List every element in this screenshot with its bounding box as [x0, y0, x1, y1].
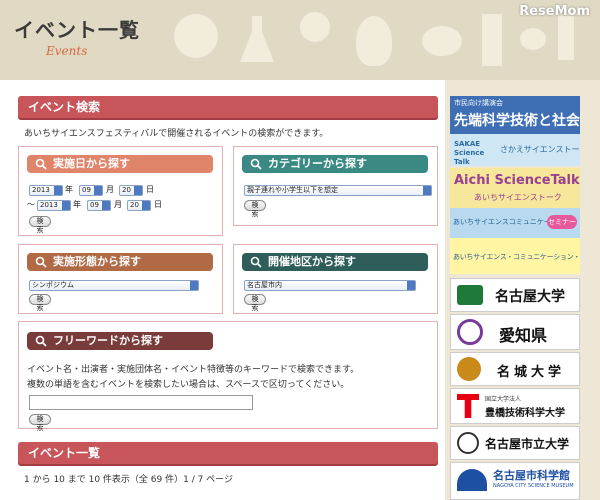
search-icon	[35, 335, 47, 347]
uni4-main: 豊橋技術科学大学	[485, 408, 565, 419]
nagoya-university-logo	[457, 285, 483, 305]
uni3-name: 名城大学	[497, 365, 566, 380]
toyohashi-tech-logo	[457, 394, 479, 418]
banner-sakae-science-talk[interactable]: SAKAE Science Talk さかえサイエンストーク	[450, 134, 580, 166]
site-header: イベント一覧 Events ReseMom	[0, 0, 600, 80]
category-search-title: カテゴリーから探す	[242, 155, 428, 173]
freeword-help-1: イベント名・出演者・実施団体名・イベント特徴等のキーワードで検索できます。	[27, 365, 360, 375]
banner-nagoya-city-university[interactable]: 名古屋市立大学	[450, 426, 580, 460]
leaf-icon	[356, 16, 392, 66]
day-unit-label: 日	[146, 185, 154, 194]
month-unit-label: 月	[114, 200, 122, 209]
banner4-badge: セミナー	[547, 215, 577, 229]
bug-icon	[520, 28, 546, 50]
day-unit-label: 日	[154, 200, 162, 209]
banner-science-communication-network[interactable]: あいちサイエンス・コミュニケーション・ネットワーク	[450, 238, 580, 274]
month-unit-label: 月	[106, 185, 114, 194]
freeword-search-box: フリーワードから探す イベント名・出演者・実施団体名・イベント特徴等のキーワード…	[18, 321, 438, 432]
from-month-select[interactable]: 09	[79, 185, 103, 196]
freeword-search-label: フリーワードから探す	[53, 334, 163, 347]
freeword-search-button[interactable]: 検索	[29, 414, 51, 432]
aichi-prefecture-logo	[457, 319, 483, 345]
banner3-main: Aichi ScienceTalk	[454, 173, 580, 188]
banner3-sub: あいちサイエンストーク	[474, 193, 562, 202]
banner-meijo-university[interactable]: 名城大学	[450, 352, 580, 386]
search-icon	[250, 256, 262, 268]
banner-nagoya-university[interactable]: 名古屋大学	[450, 278, 580, 312]
category-select[interactable]: 親子連れや小学生以下を想定	[244, 185, 432, 196]
format-search-label: 実施形態から探す	[53, 255, 141, 268]
uni6-main: 名古屋市科学館	[493, 469, 570, 482]
date-search-box: 実施日から探す 2013 年 09 月 20 日 〜 2013 年 09 月 2…	[18, 146, 223, 236]
uni1-name: 名古屋大学	[495, 289, 565, 305]
header-decoration	[160, 6, 580, 76]
banner-nagoya-science-museum[interactable]: 名古屋市科学館 NAGOYA CITY SCIENCE MUSEUM	[450, 462, 580, 500]
area-search-box: 開催地区から探す 名古屋市内 検索	[233, 244, 438, 314]
to-month-select[interactable]: 09	[87, 200, 111, 211]
freeword-search-title: フリーワードから探す	[27, 332, 213, 350]
area-search-title: 開催地区から探す	[242, 253, 428, 271]
date-search-label: 実施日から探す	[53, 157, 130, 170]
year-unit-label: 年	[73, 200, 81, 209]
uni4-small: 国立大学法人	[485, 396, 522, 403]
meijo-university-logo	[457, 357, 481, 381]
event-list-header: イベント一覧	[18, 442, 438, 464]
banner1-main: 先端科学技術と社会	[454, 113, 580, 129]
search-icon	[35, 256, 47, 268]
search-description: あいちサイエンスフェスティバルで開催されるイベントの検索ができます。	[24, 129, 329, 139]
freeword-input[interactable]	[29, 395, 253, 410]
date-search-title: 実施日から探す	[27, 155, 213, 173]
freeword-help-2: 複数の単語を含むイベントを検索したい場合は、スペースで区切ってください。	[27, 380, 350, 390]
page-title: イベント一覧	[14, 18, 140, 42]
cloud-icon	[422, 26, 462, 56]
banner-aichi-prefecture[interactable]: 愛知県	[450, 314, 580, 350]
banner-toyohashi-tech[interactable]: 国立大学法人 豊橋技術科学大学	[450, 388, 580, 424]
satellite-icon	[558, 16, 574, 60]
area-select[interactable]: 名古屋市内	[244, 280, 416, 291]
range-tilde: 〜	[27, 200, 35, 209]
area-search-button[interactable]: 検索	[244, 294, 266, 312]
main-content: イベント検索 あいちサイエンスフェスティバルで開催されるイベントの検索ができます…	[0, 80, 445, 500]
search-icon	[35, 158, 47, 170]
banner2-left: SAKAE Science Talk	[454, 140, 485, 166]
format-search-title: 実施形態から探す	[27, 253, 213, 271]
to-year-select[interactable]: 2013	[37, 200, 71, 211]
globe-icon	[174, 14, 218, 58]
event-list-summary: 1 から 10 まで 10 件表示（全 69 件）1 / 7 ページ	[24, 475, 233, 485]
year-unit-label: 年	[65, 185, 73, 194]
to-day-select[interactable]: 20	[127, 200, 151, 211]
area-search-label: 開催地区から探す	[268, 255, 356, 268]
microscope-icon	[482, 14, 502, 66]
banner-aichi-science-talk[interactable]: Aichi ScienceTalk あいちサイエンストーク	[450, 168, 580, 208]
search-header: イベント検索	[18, 96, 438, 118]
format-select[interactable]: シンポジウム	[29, 280, 199, 291]
page-subtitle: Events	[46, 44, 88, 58]
category-search-label: カテゴリーから探す	[268, 157, 367, 170]
magnifier-icon	[300, 12, 330, 42]
date-search-button[interactable]: 検索	[29, 216, 51, 234]
uni6-sub: NAGOYA CITY SCIENCE MUSEUM	[493, 483, 574, 489]
banner5-main: あいちサイエンス・コミュニケーション・ネットワーク	[453, 253, 580, 261]
from-year-select[interactable]: 2013	[29, 185, 63, 196]
banner-science-communication-seminar[interactable]: あいちサイエンスコミュニケーション セミナー	[450, 208, 580, 238]
uni5-name: 名古屋市立大学	[485, 437, 570, 451]
from-day-select[interactable]: 20	[119, 185, 143, 196]
category-search-box: カテゴリーから探す 親子連れや小学生以下を想定 検索	[233, 146, 438, 226]
banner-advanced-science[interactable]: 市民向け講演会 先端科学技術と社会	[450, 96, 580, 134]
flask-icon	[240, 16, 274, 62]
category-search-button[interactable]: 検索	[244, 200, 266, 218]
science-museum-logo	[457, 469, 487, 491]
nagoya-city-university-logo	[457, 432, 479, 454]
format-search-box: 実施形態から探す シンポジウム 検索	[18, 244, 223, 314]
brand-watermark: ReseMom	[519, 4, 590, 19]
banner1-top: 市民向け講演会	[454, 99, 503, 107]
search-icon	[250, 158, 262, 170]
uni2-name: 愛知県	[499, 326, 548, 345]
banner2-right: さかえサイエンストーク	[500, 145, 580, 154]
format-search-button[interactable]: 検索	[29, 294, 51, 312]
